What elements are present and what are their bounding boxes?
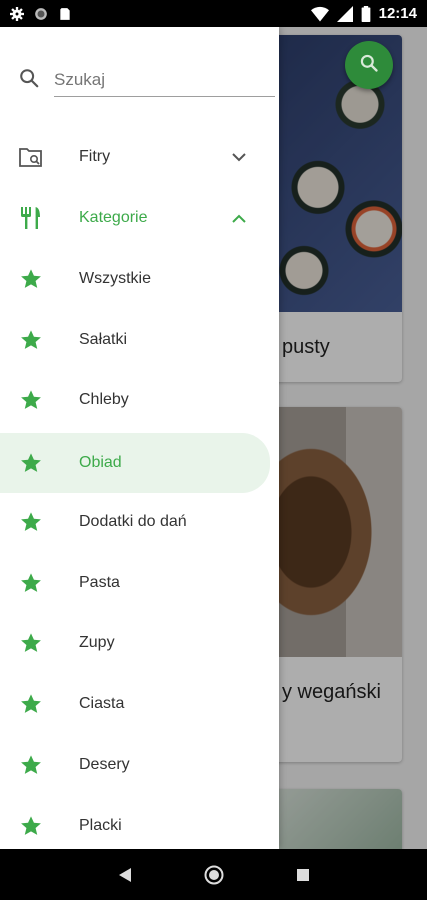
categories-label: Kategorie [79,209,148,226]
star-icon [18,630,44,656]
search-icon [359,53,379,78]
category-label: Dodatki do dań [79,513,187,530]
category-label: Placki [79,817,122,834]
home-button[interactable] [199,860,229,890]
category-item-pasta[interactable]: Pasta [0,555,270,611]
category-label: Sałatki [79,331,128,348]
category-item-chleby[interactable]: Chleby [0,372,270,428]
folder-search-icon [18,144,44,170]
star-icon [18,509,44,535]
category-item-salatki[interactable]: Sałatki [0,312,270,368]
wifi-icon [310,6,329,22]
star-icon [18,691,44,717]
star-icon [18,813,44,839]
navigation-drawer: Fitry Kategorie Wszystkie Sałatki Chleby… [0,27,279,849]
star-icon [18,570,44,596]
category-item-zupy[interactable]: Zupy [0,615,270,671]
clock: 12:14 [378,5,417,22]
settings-icon [10,6,24,21]
category-item-dodatki[interactable]: Dodatki do dań [0,494,270,550]
category-label: Zupy [79,634,115,651]
star-icon [18,387,44,413]
search-icon [18,67,40,94]
star-icon [18,327,44,353]
search-fab[interactable] [345,41,393,89]
category-label: Chleby [79,391,129,408]
battery-icon [361,5,371,22]
system-nav-bar [0,849,427,900]
category-label: Ciasta [79,695,125,712]
star-icon [18,450,44,476]
cutlery-icon [18,205,44,231]
signal-icon [336,5,353,22]
star-icon [18,752,44,778]
category-item-ciasta[interactable]: Ciasta [0,676,270,732]
search-input[interactable] [54,63,275,97]
categories-toggle[interactable]: Kategorie [0,190,270,246]
chevron-down-icon [230,148,248,166]
category-item-obiad[interactable]: Obiad [0,433,270,493]
category-item-wszystkie[interactable]: Wszystkie [0,251,270,307]
record-icon [34,7,48,21]
filters-toggle[interactable]: Fitry [0,129,270,185]
category-label: Wszystkie [79,270,151,287]
category-item-placki[interactable]: Placki [0,798,270,849]
recents-button[interactable] [288,860,318,890]
chevron-up-icon [230,209,248,227]
drawer-search [18,63,275,97]
star-icon [18,266,44,292]
sd-card-icon [58,7,72,21]
category-label: Obiad [79,454,122,471]
status-bar: 12:14 [0,0,427,27]
back-button[interactable] [110,860,140,890]
filters-label: Fitry [79,148,111,165]
category-label: Pasta [79,574,120,591]
category-item-desery[interactable]: Desery [0,737,270,793]
category-label: Desery [79,756,130,773]
